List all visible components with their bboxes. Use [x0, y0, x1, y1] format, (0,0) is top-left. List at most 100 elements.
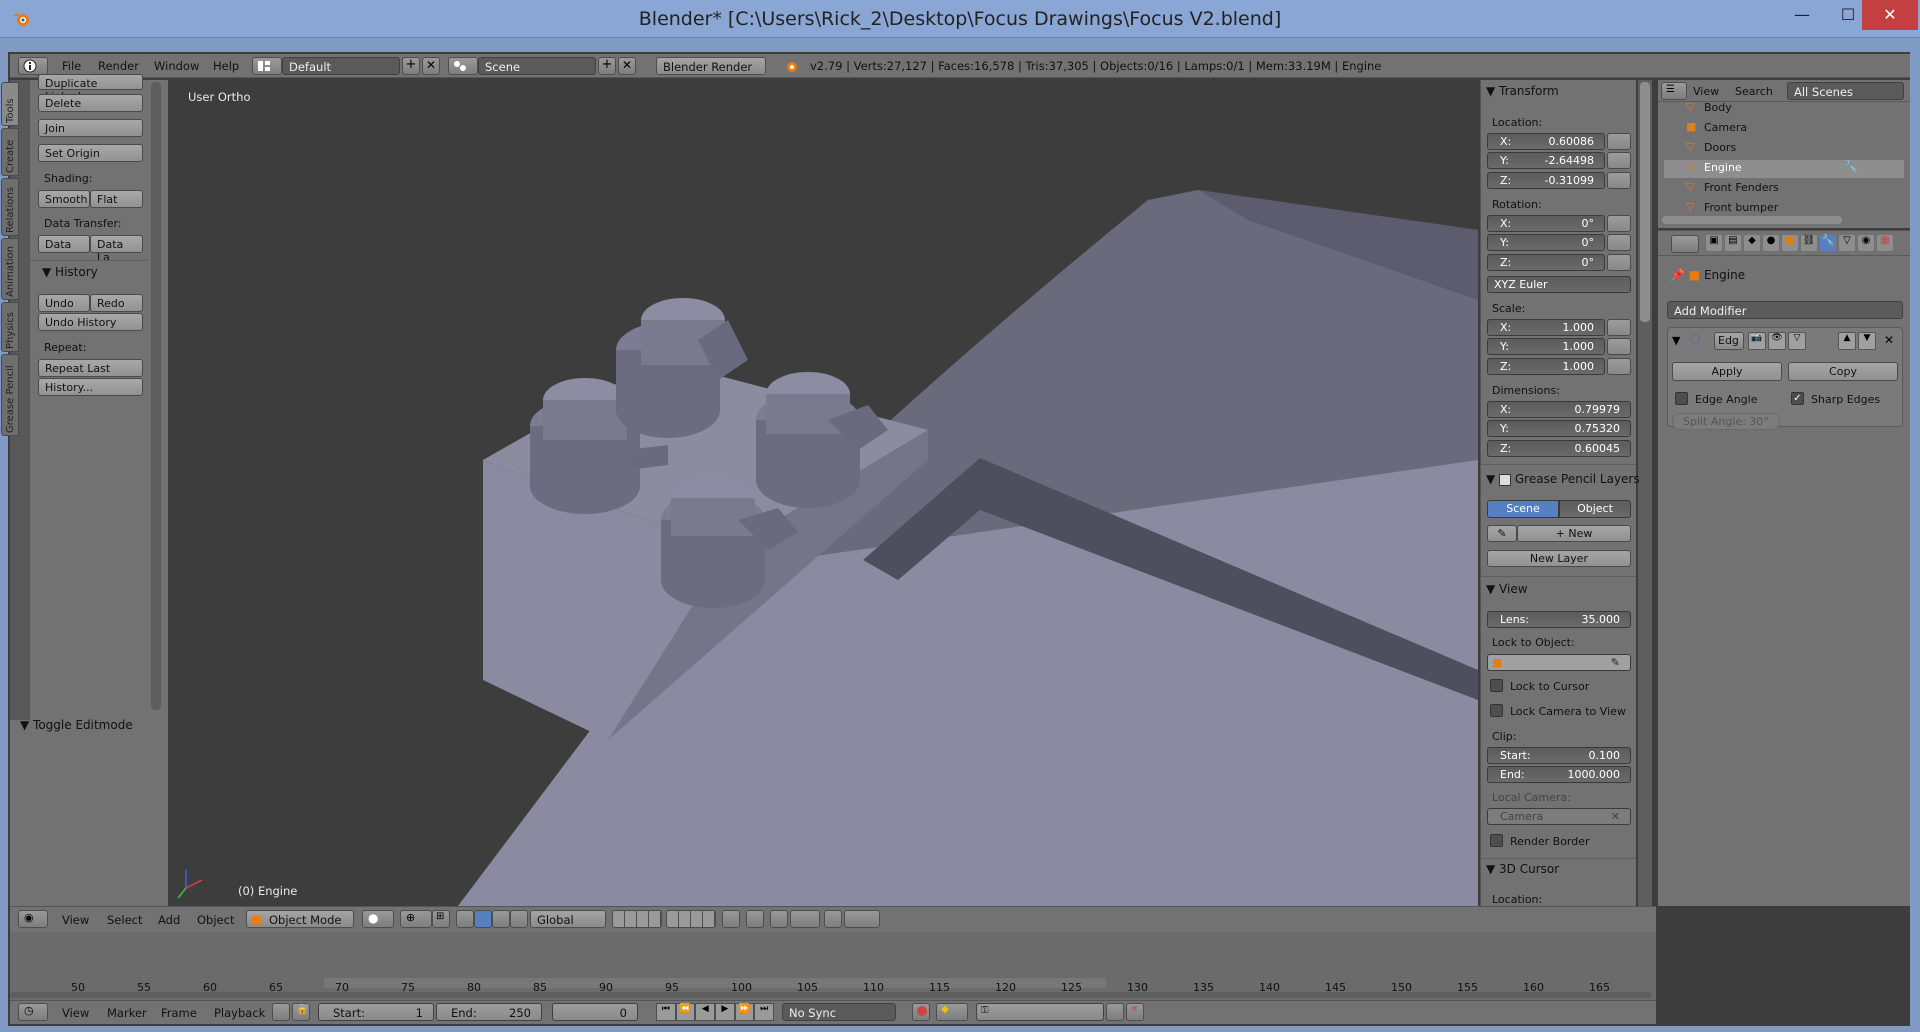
- jump-keyframe-forward-icon[interactable]: ⏩: [734, 1003, 755, 1021]
- current-frame-field[interactable]: 0: [552, 1003, 638, 1021]
- auto-keying-record-icon[interactable]: [912, 1003, 930, 1021]
- repeat-last-button[interactable]: Repeat Last: [38, 359, 143, 377]
- toolshelf-scrollbar[interactable]: [151, 82, 161, 710]
- dimensions-z-field[interactable]: Z: 0.60045: [1487, 440, 1631, 457]
- viewport-menu-select[interactable]: Select: [107, 913, 142, 927]
- history-button[interactable]: History...: [38, 378, 143, 396]
- outliner-display-select[interactable]: All Scenes: [1787, 82, 1904, 100]
- timeline-menu-frame[interactable]: Frame: [161, 1006, 197, 1020]
- join-button[interactable]: Join: [38, 119, 143, 137]
- layer-buttons-group-1[interactable]: [612, 910, 662, 928]
- clip-end-field[interactable]: End: 1000.000: [1487, 766, 1631, 783]
- menu-help[interactable]: Help: [213, 59, 239, 73]
- eyedropper-icon[interactable]: ✎: [1611, 656, 1620, 669]
- local-camera-field[interactable]: Camera ✕: [1487, 808, 1631, 825]
- minimize-button[interactable]: —: [1780, 0, 1824, 30]
- render-border-checkbox[interactable]: [1490, 834, 1503, 847]
- move-up-icon[interactable]: ▲: [1838, 332, 1856, 350]
- add-layout-icon[interactable]: +: [402, 57, 420, 75]
- snap-toggle-icon[interactable]: [770, 910, 788, 928]
- pivot-point-select[interactable]: ⊕: [400, 910, 432, 928]
- snap-element-icon[interactable]: [790, 910, 820, 928]
- scene-tab-icon[interactable]: ◆: [1744, 235, 1760, 251]
- outliner-row-camera[interactable]: ■ Camera: [1664, 120, 1904, 138]
- clip-start-field[interactable]: Start: 0.100: [1487, 747, 1631, 764]
- scale-manipulator-icon[interactable]: [492, 910, 510, 928]
- duplicate-linked-button[interactable]: Duplicate Linked: [38, 74, 143, 103]
- apply-button[interactable]: Apply: [1672, 362, 1782, 381]
- layer-buttons-group-2[interactable]: [666, 910, 716, 928]
- lock-scale-z-icon[interactable]: [1607, 358, 1631, 375]
- world-tab-icon[interactable]: ●: [1763, 235, 1779, 251]
- tab-create[interactable]: Create: [1, 128, 19, 176]
- viewport-shading-select[interactable]: ●: [362, 910, 394, 928]
- layout-name-field[interactable]: Default: [282, 57, 400, 75]
- scrollbar-thumb[interactable]: [1640, 82, 1650, 322]
- lock-to-cursor-checkbox[interactable]: [1490, 679, 1503, 692]
- material-tab-icon[interactable]: ◉: [1858, 235, 1874, 251]
- lens-field[interactable]: Lens: 35.000: [1487, 611, 1631, 628]
- insert-keyframe-icon[interactable]: [1106, 1003, 1124, 1021]
- dimensions-x-field[interactable]: X: 0.79979: [1487, 401, 1631, 418]
- manipulator-toggle[interactable]: ⊞: [432, 910, 450, 928]
- remove-layout-icon[interactable]: ✕: [422, 57, 440, 75]
- location-x-field[interactable]: X: 0.60086: [1487, 133, 1605, 150]
- jump-end-icon[interactable]: ⏭: [754, 1003, 775, 1021]
- lock-camera-checkbox[interactable]: [1490, 704, 1503, 717]
- outliner-hscrollbar[interactable]: [1662, 216, 1842, 224]
- scale-x-field[interactable]: X: 1.000: [1487, 319, 1605, 336]
- tab-animation[interactable]: Animation: [1, 238, 19, 300]
- close-button[interactable]: ✕: [1862, 0, 1918, 30]
- scene-browse-button[interactable]: [448, 57, 478, 75]
- translate-manipulator-icon[interactable]: [456, 910, 474, 928]
- tab-tools[interactable]: Tools: [1, 82, 19, 126]
- redo-button[interactable]: Redo: [90, 294, 143, 312]
- keying-mode-select[interactable]: ◆: [936, 1003, 968, 1021]
- object-tab-icon[interactable]: ■: [1782, 235, 1798, 251]
- lock-location-z-icon[interactable]: [1607, 172, 1631, 189]
- tab-physics[interactable]: Physics: [1, 302, 19, 352]
- gp-pencil-icon[interactable]: ✎: [1487, 525, 1517, 542]
- transform-panel-header[interactable]: ▼ Transform: [1486, 84, 1559, 98]
- edge-angle-checkbox[interactable]: [1675, 392, 1688, 405]
- gp-new-layer-button[interactable]: New Layer: [1487, 550, 1631, 567]
- layout-browse-button[interactable]: [252, 57, 282, 75]
- rotation-x-field[interactable]: X: 0°: [1487, 215, 1605, 232]
- lock-location-y-icon[interactable]: [1607, 152, 1631, 169]
- data-transfer-button[interactable]: Data: [38, 235, 90, 253]
- menu-window[interactable]: Window: [154, 59, 199, 73]
- end-frame-field[interactable]: End: 250: [436, 1003, 542, 1021]
- lock-rotation-z-icon[interactable]: [1607, 254, 1631, 271]
- outliner-row-front-fenders[interactable]: ▽ Front Fenders: [1664, 180, 1904, 198]
- sync-mode-select[interactable]: No Sync: [782, 1003, 896, 1021]
- scale-y-field[interactable]: Y: 1.000: [1487, 338, 1605, 355]
- modifiers-tab-icon[interactable]: 🔧: [1820, 235, 1836, 251]
- viewport-editor-type-button[interactable]: ◉: [18, 910, 48, 928]
- rotation-mode-select[interactable]: XYZ Euler: [1487, 276, 1631, 293]
- texture-tab-icon[interactable]: ▦: [1877, 235, 1893, 251]
- start-frame-field[interactable]: Start: 1: [318, 1003, 434, 1021]
- set-origin-select[interactable]: Set Origin: [38, 144, 143, 162]
- constraints-tab-icon[interactable]: ⛓: [1801, 235, 1817, 251]
- add-scene-icon[interactable]: +: [598, 57, 616, 75]
- render-toggle-icon[interactable]: 📷: [1748, 332, 1766, 350]
- modifier-name-field[interactable]: Edg: [1714, 332, 1744, 350]
- timeline-editor-type-button[interactable]: ◷: [18, 1003, 48, 1021]
- undo-history-button[interactable]: Undo History: [38, 313, 143, 331]
- data-tab-icon[interactable]: ▽: [1839, 235, 1855, 251]
- tab-grease-pencil[interactable]: Grease Pencil: [1, 354, 19, 436]
- copy-button[interactable]: Copy: [1788, 362, 1898, 381]
- menu-file[interactable]: File: [62, 59, 81, 73]
- grease-pencil-panel-header[interactable]: ▼ Grease Pencil Layers: [1486, 472, 1640, 486]
- undo-button[interactable]: Undo: [38, 294, 90, 312]
- toggle-editmode-header[interactable]: ▼ Toggle Editmode: [20, 718, 133, 732]
- outliner-row-engine[interactable]: ▽ Engine 🔧: [1664, 160, 1904, 178]
- outliner-search-menu[interactable]: Search: [1735, 85, 1773, 98]
- render-tab-icon[interactable]: ▣: [1706, 235, 1722, 251]
- location-z-field[interactable]: Z: -0.31099: [1487, 172, 1605, 189]
- split-angle-field[interactable]: Split Angle: 30°: [1672, 413, 1780, 430]
- transform-orientation-select[interactable]: Global: [530, 910, 606, 928]
- viewport-menu-object[interactable]: Object: [197, 913, 234, 927]
- render-engine-select[interactable]: Blender Render: [656, 57, 766, 75]
- checkbox-icon[interactable]: [1499, 473, 1512, 486]
